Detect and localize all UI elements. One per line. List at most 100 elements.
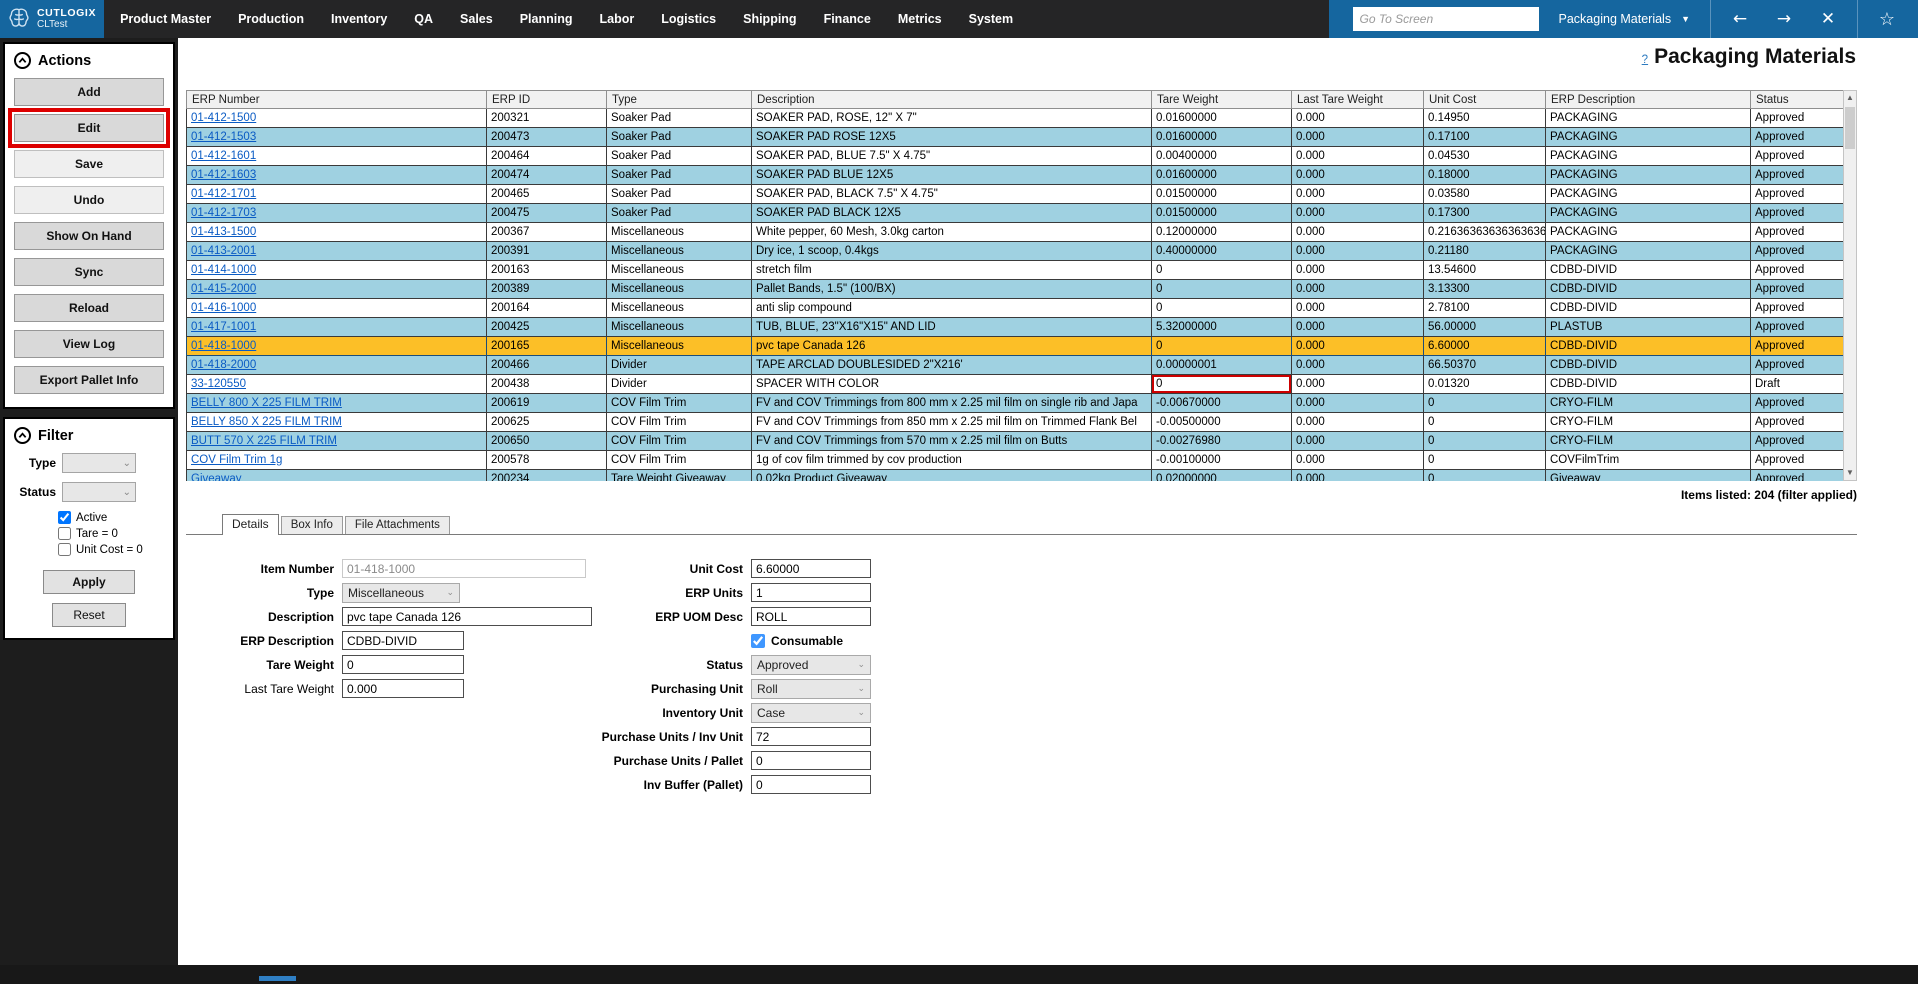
help-link[interactable]: ? [1642,54,1648,66]
column-header-erp-id[interactable]: ERP ID [486,90,607,109]
tab-details[interactable]: Details [222,514,279,535]
grid-row[interactable]: 01-415-2000 200389 Miscellaneous Pallet Ban… [186,279,1844,299]
grid-row[interactable]: 01-412-1703 200475 Soaker Pad SOAKER PAD BL… [186,203,1844,223]
grid-scrollbar[interactable]: ▲ ▼ [1843,90,1857,481]
grid-row[interactable]: 01-417-1001 200425 Miscellaneous TUB, BLUE,… [186,317,1844,337]
erp-number-link[interactable]: BELLY 800 X 225 FILM TRIM [191,397,342,409]
menu-item-production[interactable]: Production [238,12,304,26]
erp-number-link[interactable]: Giveaway [191,473,242,481]
erp-number-link[interactable]: 01-415-2000 [191,283,256,295]
menu-item-logistics[interactable]: Logistics [661,12,716,26]
reset-button[interactable]: Reset [52,603,126,627]
grid-row[interactable]: 01-412-1503 200473 Soaker Pad SOAKER PAD RO… [186,127,1844,147]
column-header-type[interactable]: Type [606,90,752,109]
purchase-units-inv-unit-field[interactable] [751,727,871,746]
grid-row[interactable]: 01-413-2001 200391 Miscellaneous Dry ice, 1… [186,241,1844,261]
tare-zero-checkbox[interactable] [58,527,71,540]
erp-number-link[interactable]: 33-120550 [191,378,246,390]
column-header-erp-number[interactable]: ERP Number [186,90,487,109]
grid-row[interactable]: 01-414-1000 200163 Miscellaneous stretch fi… [186,260,1844,280]
grid-row[interactable]: 33-120550 200438 Divider SPACER WITH COLOR 0… [186,374,1844,394]
erp-number-link[interactable]: 01-412-1703 [191,207,256,219]
column-header-status[interactable]: Status [1750,90,1844,109]
apply-button[interactable]: Apply [43,570,135,594]
erp-units-field[interactable] [751,583,871,602]
grid-row[interactable]: COV Film Trim 1g 200578 COV Film Trim 1g of… [186,450,1844,470]
grid-row[interactable]: 01-412-1701 200465 Soaker Pad SOAKER PAD, B… [186,184,1844,204]
grid-row[interactable]: 01-418-1000 200165 Miscellaneous pvc tape C… [186,336,1844,356]
menu-item-inventory[interactable]: Inventory [331,12,387,26]
tab-box-info[interactable]: Box Info [280,516,343,534]
menu-item-sales[interactable]: Sales [460,12,493,26]
erp-number-link[interactable]: 01-418-2000 [191,359,256,371]
add-button[interactable]: Add [14,78,164,106]
erp-number-link[interactable]: BELLY 850 X 225 FILM TRIM [191,416,342,428]
erp-number-link[interactable]: 01-414-1000 [191,264,256,276]
erp-number-link[interactable]: BUTT 570 X 225 FILM TRIM [191,435,337,447]
erp-number-link[interactable]: 01-412-1603 [191,169,256,181]
screen-selector[interactable]: Packaging Materials ▼ [1553,12,1696,26]
scroll-down-icon[interactable]: ▼ [1846,466,1854,480]
menu-item-product-master[interactable]: Product Master [120,12,211,26]
inv-buffer-pallet-field[interactable] [751,775,871,794]
description-field[interactable] [342,607,592,626]
grid-row[interactable]: BELLY 800 X 225 FILM TRIM 200619 COV Film … [186,393,1844,413]
menu-item-system[interactable]: System [969,12,1013,26]
menu-item-labor[interactable]: Labor [600,12,635,26]
menu-item-shipping[interactable]: Shipping [743,12,796,26]
tare-weight-field[interactable] [342,655,464,674]
column-header-description[interactable]: Description [751,90,1152,109]
app-logo[interactable]: CUTLOGIX CLTest [0,0,105,38]
grid-row[interactable]: BUTT 570 X 225 FILM TRIM 200650 COV Film T… [186,431,1844,451]
grid-row[interactable]: Giveaway 200234 Tare Weight Giveaway 0.02kg… [186,469,1844,481]
filter-type-select[interactable]: ⌄ [62,453,136,473]
grid-row[interactable]: 01-413-1500 200367 Miscellaneous White pepp… [186,222,1844,242]
erp-number-link[interactable]: 01-413-1500 [191,226,256,238]
menu-item-finance[interactable]: Finance [824,12,871,26]
column-header-erp-description[interactable]: ERP Description [1545,90,1751,109]
filter-status-select[interactable]: ⌄ [62,482,136,502]
grid-row[interactable]: 01-416-1000 200164 Miscellaneous anti slip … [186,298,1844,318]
erp-number-link[interactable]: 01-413-2001 [191,245,256,257]
export-pallet-info-button[interactable]: Export Pallet Info [14,366,164,394]
unit-cost-field[interactable] [751,559,871,578]
column-header-unit-cost[interactable]: Unit Cost [1423,90,1546,109]
edit-button[interactable]: Edit [8,108,170,148]
unit-cost-zero-checkbox[interactable] [58,543,71,556]
erp-number-link[interactable]: COV Film Trim 1g [191,454,282,466]
menu-item-qa[interactable]: QA [414,12,433,26]
back-button[interactable]: ← [1725,9,1755,29]
erp-number-link[interactable]: 01-412-1503 [191,131,256,143]
erp-number-link[interactable]: 01-412-1701 [191,188,256,200]
collapse-actions-icon[interactable] [14,52,31,69]
grid-row[interactable]: BELLY 850 X 225 FILM TRIM 200625 COV Film … [186,412,1844,432]
erp-number-link[interactable]: 01-412-1601 [191,150,256,162]
menu-item-planning[interactable]: Planning [520,12,573,26]
scrollbar-thumb[interactable] [1845,107,1855,149]
reload-button[interactable]: Reload [14,294,164,322]
grid-row[interactable]: 01-418-2000 200466 Divider TAPE ARCLAD DOUB… [186,355,1844,375]
erp-number-link[interactable]: 01-416-1000 [191,302,256,314]
view-log-button[interactable]: View Log [14,330,164,358]
erp-number-link[interactable]: 01-412-1500 [191,112,256,124]
grid-row[interactable]: 01-412-1601 200464 Soaker Pad SOAKER PAD, B… [186,146,1844,166]
last-tare-weight-field[interactable] [342,679,464,698]
column-header-last-tare-weight[interactable]: Last Tare Weight [1291,90,1424,109]
erp-uom-desc-field[interactable] [751,607,871,626]
column-header-tare-weight[interactable]: Tare Weight [1151,90,1292,109]
show-on-hand-button[interactable]: Show On Hand [14,222,164,250]
active-checkbox[interactable] [58,511,71,524]
menu-item-metrics[interactable]: Metrics [898,12,942,26]
undo-button[interactable]: Undo [14,186,164,214]
forward-button[interactable]: → [1769,9,1799,29]
favorite-star-icon[interactable]: ☆ [1872,9,1902,30]
erp-number-link[interactable]: 01-417-1001 [191,321,256,333]
save-button[interactable]: Save [14,150,164,178]
tab-file-attachments[interactable]: File Attachments [344,516,450,534]
goto-screen-input[interactable] [1352,7,1539,31]
scroll-up-icon[interactable]: ▲ [1846,91,1854,105]
close-screen-button[interactable]: ✕ [1813,9,1843,29]
erp-description-field[interactable] [342,631,464,650]
erp-number-link[interactable]: 01-418-1000 [191,340,256,352]
grid-row[interactable]: 01-412-1603 200474 Soaker Pad SOAKER PAD BL… [186,165,1844,185]
